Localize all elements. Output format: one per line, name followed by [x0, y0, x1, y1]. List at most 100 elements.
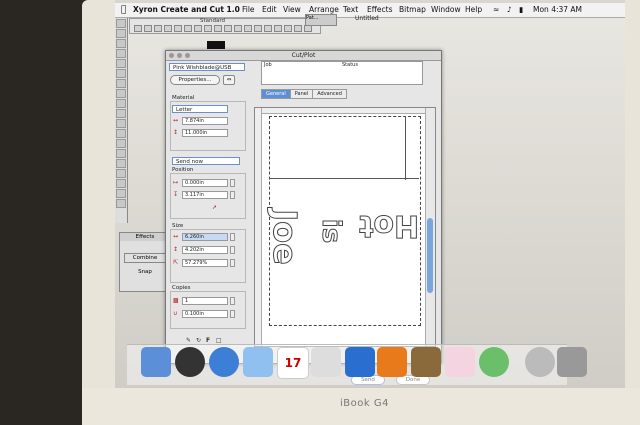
tool-button[interactable]	[116, 189, 126, 198]
minimize-button[interactable]	[177, 53, 182, 58]
menu-window[interactable]: Window	[431, 5, 461, 14]
tool-button[interactable]	[116, 39, 126, 48]
copies-stepper[interactable]	[230, 297, 235, 305]
canvas-word[interactable]: Hot	[359, 208, 420, 244]
toolbar-button[interactable]	[204, 25, 212, 32]
weed-icon[interactable]: ✎	[186, 337, 193, 344]
wifi-icon[interactable]: ≈	[493, 5, 499, 14]
menu-view[interactable]: View	[283, 5, 301, 14]
size-percent-field[interactable]: 57.279%	[182, 259, 228, 267]
menu-bitmap[interactable]: Bitmap	[399, 5, 426, 14]
job-column-header[interactable]: Job	[264, 62, 272, 68]
toolbar-button[interactable]	[164, 25, 172, 32]
tool-button[interactable]	[116, 169, 126, 178]
toolbar-button[interactable]	[234, 25, 242, 32]
tool-button[interactable]	[116, 99, 126, 108]
properties-button[interactable]: Properties...	[170, 75, 220, 85]
tool-button[interactable]	[116, 139, 126, 148]
system-preferences-icon[interactable]	[479, 347, 509, 377]
battery-icon[interactable]: ▮	[519, 5, 523, 14]
close-button[interactable]	[169, 53, 174, 58]
menu-edit[interactable]: Edit	[262, 5, 277, 14]
toolbar-button[interactable]	[154, 25, 162, 32]
connection-icon[interactable]: ⇔	[223, 75, 235, 85]
menu-app-name[interactable]: Xyron Create and Cut 1.0	[133, 5, 240, 14]
toolbar-button[interactable]	[224, 25, 232, 32]
toolbar-button[interactable]	[284, 25, 292, 32]
status-column-header[interactable]: Status	[342, 62, 358, 68]
tool-button[interactable]	[116, 199, 126, 208]
create-and-cut-icon[interactable]	[445, 347, 475, 377]
material-select[interactable]: Letter	[172, 105, 228, 113]
tool-button[interactable]	[116, 19, 126, 28]
tool-button[interactable]	[116, 89, 126, 98]
position-x-field[interactable]: 0.000in	[182, 179, 228, 187]
tool-button[interactable]	[116, 159, 126, 168]
color-swatch[interactable]	[207, 41, 225, 49]
tool-button[interactable]	[116, 29, 126, 38]
canvas-word[interactable]: Joe	[265, 209, 304, 266]
toolbar-button[interactable]	[174, 25, 182, 32]
zoom-button[interactable]	[185, 53, 190, 58]
toolbar-button[interactable]	[244, 25, 252, 32]
tool-button[interactable]	[116, 79, 126, 88]
position-y-stepper[interactable]	[230, 191, 235, 199]
iphoto-icon[interactable]	[411, 347, 441, 377]
vertical-scrollbar[interactable]	[425, 108, 435, 346]
toolbar-button[interactable]	[184, 25, 192, 32]
trash-icon[interactable]	[557, 347, 587, 377]
tab-general[interactable]: General	[261, 89, 291, 99]
apple-menu-icon[interactable]: 	[121, 5, 126, 15]
tool-button[interactable]	[116, 129, 126, 138]
tool-button[interactable]	[116, 149, 126, 158]
toolbar-button[interactable]	[264, 25, 272, 32]
size-height-stepper[interactable]	[230, 246, 235, 254]
ical-icon[interactable]: 17	[277, 347, 309, 379]
network-icon[interactable]	[525, 347, 555, 377]
tool-button[interactable]	[116, 69, 126, 78]
tab-advanced[interactable]: Advanced	[312, 89, 347, 99]
position-y-field[interactable]: 3.117in	[182, 191, 228, 199]
tool-button[interactable]	[116, 109, 126, 118]
finder-icon[interactable]	[141, 347, 171, 377]
tool-button[interactable]	[116, 59, 126, 68]
material-width-field[interactable]: 7.874in	[182, 117, 228, 125]
spacing-field[interactable]: 0.100in	[182, 310, 228, 318]
copies-field[interactable]: 1	[182, 297, 228, 305]
device-select[interactable]: Pink Wishblade@USB	[169, 63, 245, 71]
menu-help[interactable]: Help	[465, 5, 482, 14]
safari-icon[interactable]	[209, 347, 239, 377]
position-x-stepper[interactable]	[230, 179, 235, 187]
toolbar-button[interactable]	[294, 25, 302, 32]
size-width-field[interactable]: 6.260in	[182, 233, 228, 241]
font-icon[interactable]: F	[206, 337, 213, 344]
canvas-word[interactable]: is	[316, 218, 347, 243]
volume-icon[interactable]: ♪	[507, 5, 512, 14]
itunes-icon[interactable]	[243, 347, 273, 377]
material-height-field[interactable]: 11.000in	[182, 129, 228, 137]
tool-button[interactable]	[116, 49, 126, 58]
toolbar-button[interactable]	[274, 25, 282, 32]
dashboard-icon[interactable]	[175, 347, 205, 377]
tool-button[interactable]	[116, 119, 126, 128]
overcut-icon[interactable]: ↻	[196, 337, 203, 344]
spacing-stepper[interactable]	[230, 310, 235, 318]
toolbar-button[interactable]	[194, 25, 202, 32]
tool-button[interactable]	[116, 179, 126, 188]
cut-preview-canvas[interactable]: Joe is Hot	[254, 107, 436, 347]
size-height-field[interactable]: 4.202in	[182, 246, 228, 254]
frame-icon[interactable]: □	[216, 337, 223, 344]
size-width-stepper[interactable]	[230, 233, 235, 241]
toolbar-button[interactable]	[214, 25, 222, 32]
size-percent-stepper[interactable]	[230, 259, 235, 267]
menu-clock[interactable]: Mon 4:37 AM	[533, 5, 582, 14]
apple-icon[interactable]	[311, 347, 341, 377]
menu-file[interactable]: File	[242, 5, 255, 14]
toolbar-button[interactable]	[304, 25, 312, 32]
scrollbar-thumb[interactable]	[427, 218, 433, 293]
toolbar-button[interactable]	[134, 25, 142, 32]
toolbar-button[interactable]	[254, 25, 262, 32]
pattern-palette[interactable]: Pat...	[305, 14, 337, 26]
toolbar-button[interactable]	[144, 25, 152, 32]
menu-arrange[interactable]: Arrange	[309, 5, 339, 14]
